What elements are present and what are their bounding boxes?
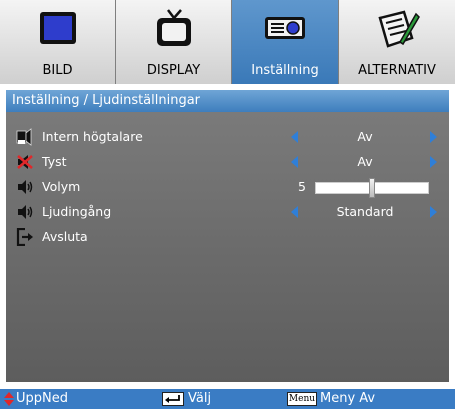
row-label: Volym: [42, 179, 81, 194]
row-label: Avsluta: [42, 229, 88, 244]
tab-label: ALTERNATIV: [358, 63, 436, 78]
mute-icon: [17, 155, 33, 169]
tab-installning[interactable]: Inställning: [232, 0, 339, 84]
arrow-right-icon[interactable]: [430, 131, 437, 143]
footer-menu-off-label: Meny Av: [320, 391, 376, 406]
row-internal-speaker[interactable]: Intern högtalare Av: [6, 126, 449, 148]
page-title: Inställning / Ljudinställningar: [6, 90, 449, 112]
settings-panel: Intern högtalare Av Tyst Av Volym 5 Ljud…: [6, 112, 449, 382]
footer-bar: UppNed Välj Menu Meny Av: [0, 389, 455, 409]
row-volume[interactable]: Volym 5: [6, 176, 449, 198]
row-label: Intern högtalare: [42, 129, 143, 144]
projector-icon: [265, 17, 305, 39]
up-down-arrow-icon: [4, 392, 14, 406]
row-mute[interactable]: Tyst Av: [6, 151, 449, 173]
row-exit[interactable]: Avsluta: [6, 226, 449, 248]
menu-key-icon: Menu: [287, 392, 317, 406]
volume-icon: [18, 180, 33, 194]
footer-select-label: Välj: [188, 391, 212, 406]
tab-label: Inställning: [251, 63, 319, 78]
tab-bar: BILD DISPLAY Inställning ALTERNATIV: [0, 0, 455, 84]
arrow-left-icon[interactable]: [291, 156, 298, 168]
notepad-pencil-icon: [378, 10, 420, 48]
osd-menu: BILD DISPLAY Inställning ALTERNATIV Inst…: [0, 0, 455, 409]
tab-bild[interactable]: BILD: [0, 0, 116, 84]
row-value: Av: [357, 129, 373, 144]
monitor-icon: [39, 12, 76, 44]
enter-key-icon: [162, 392, 184, 406]
enter-arrow-icon: [165, 395, 180, 403]
internal-speaker-icon: [16, 128, 32, 146]
tv-icon: [156, 9, 191, 46]
row-label: Tyst: [42, 154, 67, 169]
exit-icon: [16, 228, 33, 246]
footer-updown-label: UppNed: [16, 391, 68, 406]
arrow-right-icon[interactable]: [430, 156, 437, 168]
row-label: Ljudingång: [42, 204, 112, 219]
row-value: Av: [357, 154, 373, 169]
row-value: Standard: [336, 204, 394, 219]
volume-value: 5: [298, 179, 306, 194]
volume-slider[interactable]: [315, 178, 429, 198]
arrow-left-icon[interactable]: [291, 131, 298, 143]
arrow-right-icon[interactable]: [430, 206, 437, 218]
tab-display[interactable]: DISPLAY: [116, 0, 232, 84]
tab-label: BILD: [42, 63, 73, 78]
volume-slider-thumb[interactable]: [369, 178, 375, 198]
audio-input-icon: [18, 205, 33, 219]
tab-alternativ[interactable]: ALTERNATIV: [339, 0, 455, 84]
arrow-left-icon[interactable]: [291, 206, 298, 218]
row-audio-input[interactable]: Ljudingång Standard: [6, 201, 449, 223]
tab-label: DISPLAY: [146, 63, 201, 78]
